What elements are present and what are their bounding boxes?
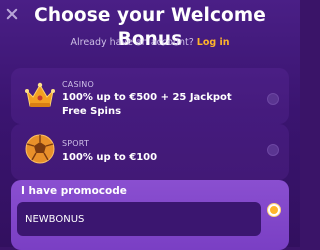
login-link[interactable]: Log in [197, 37, 230, 48]
promocode-input[interactable] [17, 202, 261, 236]
bonus-option-casino[interactable]: CASINO 100% up to €500 + 25 Jackpot Free… [11, 68, 289, 124]
welcome-bonus-modal: Choose your Welcome Bonus Already have a… [0, 0, 300, 250]
soccer-ball-icon [25, 134, 55, 164]
account-prompt: Already have an account? Log in [0, 37, 300, 49]
crown-icon [25, 82, 55, 107]
bonus-category: CASINO [62, 80, 94, 89]
promocode-label: I have promocode [21, 185, 127, 197]
radio-unselected[interactable] [267, 93, 279, 105]
promocode-panel[interactable]: I have promocode [11, 180, 289, 250]
bonus-option-sport[interactable]: SPORT 100% up to €100 [11, 124, 289, 180]
bonus-description: 100% up to €500 + 25 Jackpot Free Spins [62, 92, 232, 117]
bonus-description: 100% up to €100 [62, 152, 158, 163]
account-prompt-text: Already have an account? [70, 37, 194, 48]
radio-selected[interactable] [268, 204, 280, 216]
bonus-category: SPORT [62, 139, 90, 148]
radio-unselected[interactable] [267, 144, 279, 156]
